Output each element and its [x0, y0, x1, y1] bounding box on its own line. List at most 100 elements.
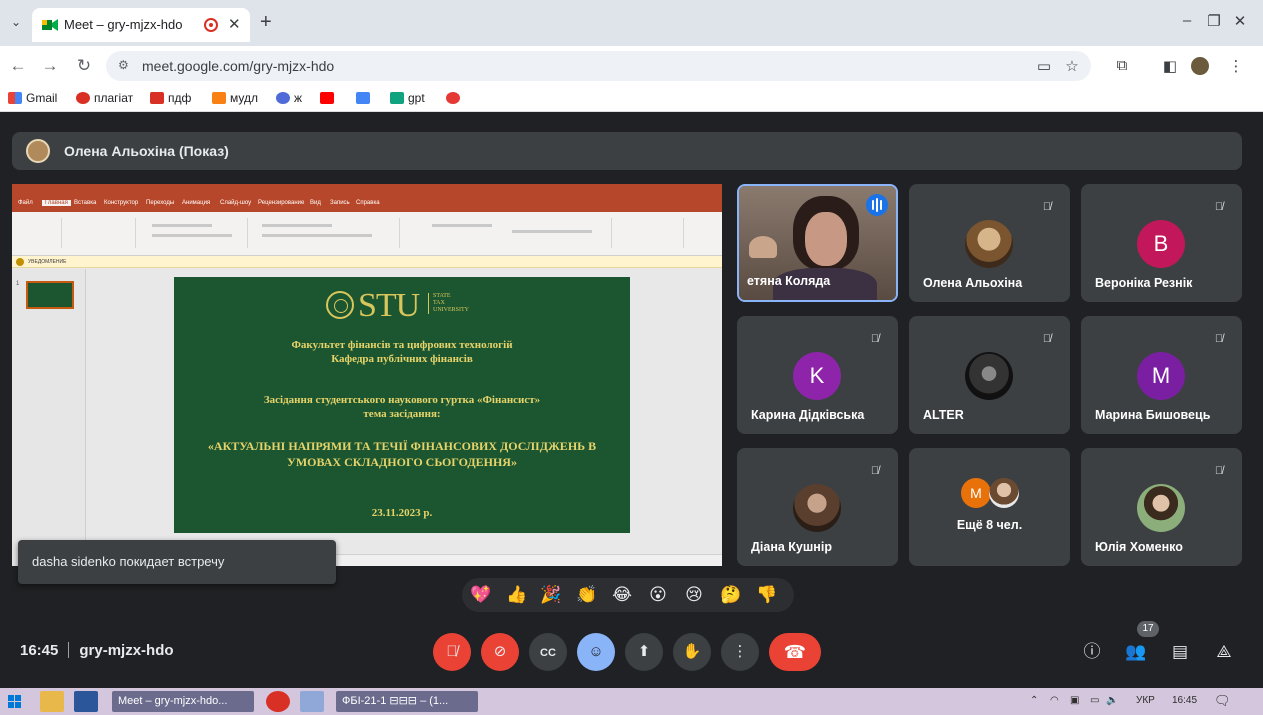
thumbs-up-icon[interactable]: 👍 — [506, 585, 527, 605]
activities-button[interactable]: ⟁ — [1212, 640, 1236, 664]
slide-thumbnail[interactable] — [26, 281, 74, 309]
bookmark-star-icon[interactable]: ☆ — [1062, 57, 1082, 75]
participant-avatar — [965, 220, 1013, 268]
battery-icon[interactable]: ▭ — [1090, 695, 1099, 706]
chat-button[interactable]: ▤ — [1168, 640, 1192, 664]
ribbon-tab: Анимация — [182, 200, 211, 206]
window-close-icon[interactable]: ✕ — [1230, 12, 1250, 30]
tears-of-joy-icon[interactable]: 😂 — [612, 585, 632, 605]
crying-face-icon[interactable]: 😢 — [684, 585, 704, 605]
cast-icon[interactable]: ▭ — [1034, 57, 1054, 75]
bookmark-gpt[interactable]: gpt — [390, 91, 425, 105]
participant-tile-alter[interactable]: 🎙̸ ALTER — [909, 316, 1070, 434]
bookmark-pdf[interactable]: пдф — [150, 91, 191, 105]
pdf-icon — [150, 92, 164, 104]
ribbon-group — [64, 218, 136, 248]
camera-toggle-button[interactable]: ⊘ — [481, 633, 519, 671]
more-options-button[interactable]: ⋮ — [721, 633, 759, 671]
browser-tab-meet[interactable]: Meet – gry-mjzx-hdo ✕ — [32, 8, 250, 42]
participant-avatar — [989, 478, 1019, 508]
back-icon[interactable]: ← — [8, 56, 28, 76]
reactions-bar: 💖 👍 🎉 👏 😂 😮 😢 🤔 👎 — [462, 578, 794, 612]
captions-button[interactable]: CC — [529, 633, 567, 671]
meet-favicon-icon — [42, 19, 58, 31]
participant-tile-tetiana-koliada[interactable]: етяна Коляда — [737, 184, 898, 302]
toast-text: dasha sidenko покидает встречу — [32, 554, 225, 569]
thumbs-down-icon[interactable]: 👎 — [756, 585, 777, 605]
participant-tile-olena-alokhina[interactable]: 🎙̸ Олена Альохіна — [909, 184, 1070, 302]
windows-start-icon[interactable] — [8, 695, 22, 708]
more-participants-tile[interactable]: M Ещё 8 чел. — [909, 448, 1070, 566]
raise-hand-button[interactable]: ✋ — [673, 633, 711, 671]
tray-app-icon[interactable]: ▣ — [1070, 695, 1079, 706]
people-button[interactable]: 👥 — [1124, 640, 1148, 664]
participant-name: Діана Кушнір — [751, 540, 832, 554]
clapping-hands-icon[interactable]: 👏 — [576, 585, 597, 605]
reload-icon[interactable]: ↻ — [74, 56, 94, 76]
tab-close-icon[interactable]: ✕ — [228, 15, 241, 33]
bookmark-extra[interactable] — [446, 91, 464, 105]
university-seal-icon — [326, 291, 354, 319]
leave-call-button[interactable]: ☎ — [769, 633, 821, 671]
system-clock[interactable]: 16:45 — [1172, 695, 1197, 706]
ribbon-group — [614, 218, 684, 248]
participant-name: Марина Бишовець — [1095, 408, 1211, 422]
shared-screen[interactable]: Файл Главная Вставка Конструктор Переход… — [12, 184, 722, 566]
participant-tile-veronika-reznik[interactable]: 🎙̸ B Вероніка Резнік — [1081, 184, 1242, 302]
browser-menu-icon[interactable]: ⋮ — [1226, 57, 1246, 75]
ribbon-placeholder — [262, 224, 332, 227]
network-icon[interactable]: ◠ — [1050, 695, 1059, 706]
tab-search-chevron-icon[interactable]: ⌄ — [8, 14, 24, 30]
bookmark-gmail[interactable]: Gmail — [8, 91, 57, 105]
mic-toggle-button[interactable]: 🎙̸ — [433, 633, 471, 671]
thinking-face-icon[interactable]: 🤔 — [720, 585, 741, 605]
taskbar-document[interactable]: ФБІ-21-1 ⊟⊟⊟ – (1... — [336, 691, 478, 712]
more-vert-icon: ⋮ — [732, 643, 748, 660]
hand-icon: ✋ — [682, 643, 702, 660]
restore-icon[interactable]: ❐ — [1204, 12, 1224, 30]
mic-off-icon: 🎙̸ — [1042, 333, 1052, 345]
participant-tile-yuliia-khomenko[interactable]: 🎙̸ Юлія Хоменко — [1081, 448, 1242, 566]
participant-tile-diana-kushnir[interactable]: 🎙̸ Діана Кушнір — [737, 448, 898, 566]
site-settings-icon[interactable]: ⚙ — [118, 58, 129, 72]
bookmark-zh[interactable]: ж — [276, 91, 302, 105]
forward-icon[interactable]: → — [40, 56, 60, 76]
mic-off-icon: 🎙̸ — [870, 465, 880, 477]
new-tab-button[interactable]: + — [260, 12, 272, 32]
party-popper-icon[interactable]: 🎉 — [540, 585, 561, 605]
powerpoint-ribbon-tabs: Файл Главная Вставка Конструктор Переход… — [12, 198, 722, 212]
camera-off-icon: ⊘ — [493, 643, 507, 660]
bookmark-plagiat[interactable]: плагіат — [76, 91, 133, 105]
bookmark-youtube[interactable] — [320, 91, 338, 105]
sparkling-heart-icon[interactable]: 💖 — [470, 585, 491, 605]
present-button[interactable]: ⬆ — [625, 633, 663, 671]
mic-off-icon: 🎙̸ — [1214, 465, 1224, 477]
opera-icon[interactable] — [266, 691, 290, 712]
minimize-icon[interactable]: – — [1177, 12, 1197, 29]
word-icon[interactable] — [74, 691, 98, 712]
bookmark-docs[interactable] — [356, 91, 374, 105]
surprised-face-icon[interactable]: 😮 — [648, 585, 668, 605]
side-panel-icon[interactable]: ◧ — [1160, 57, 1180, 75]
meeting-info: 16:45 gry-mjzx-hdo — [20, 642, 174, 659]
profile-avatar[interactable] — [1190, 57, 1210, 79]
participant-tile-karyna-didkivska[interactable]: 🎙̸ K Карина Дідківська — [737, 316, 898, 434]
participant-tile-maryna-byshovets[interactable]: 🎙̸ M Марина Бишовець — [1081, 316, 1242, 434]
volume-icon[interactable]: 🔈 — [1106, 695, 1118, 706]
slide-faculty: Факультет фінансів та цифрових технологі… — [291, 339, 513, 351]
meeting-details-button[interactable]: ⓘ — [1080, 640, 1104, 664]
taskbar-app-icon[interactable] — [300, 691, 324, 712]
reactions-button[interactable]: ☺ — [577, 633, 615, 671]
address-bar[interactable]: ⚙ meet.google.com/gry-mjzx-hdo — [106, 51, 1091, 81]
logo-subtitle: STATE TAX UNIVERSITY — [428, 293, 474, 314]
mic-off-icon: 🎙̸ — [1214, 333, 1224, 345]
file-explorer-icon[interactable] — [40, 691, 64, 712]
extensions-icon[interactable]: ⧉ — [1112, 57, 1132, 74]
tray-chevron-icon[interactable]: ⌃ — [1030, 695, 1038, 706]
bookmark-moodle[interactable]: мудл — [212, 91, 258, 105]
globe-icon — [276, 92, 290, 104]
copyright-icon — [76, 92, 90, 104]
taskbar-chrome-meet[interactable]: Meet – gry-mjzx-hdo... — [112, 691, 254, 712]
input-language[interactable]: УКР — [1136, 695, 1155, 706]
notifications-icon[interactable]: 🗨 — [1214, 693, 1231, 709]
